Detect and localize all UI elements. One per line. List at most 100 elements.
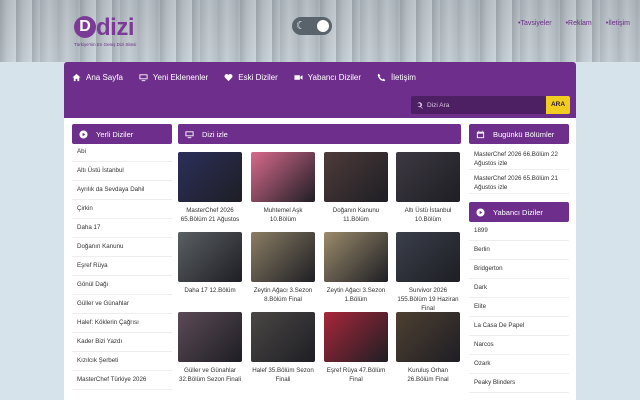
list-item[interactable]: Doğanın Kanunu: [72, 238, 172, 257]
episode-card[interactable]: Güller ve Günahlar 32.Bölüm Sezon Finali: [178, 312, 242, 384]
episode-thumbnail[interactable]: [396, 152, 460, 202]
list-item[interactable]: Dark: [469, 279, 569, 298]
nav-label: Ana Sayfa: [86, 72, 123, 82]
list-item[interactable]: Kızılcık Şerbeti: [72, 352, 172, 371]
episode-thumbnail[interactable]: [251, 232, 315, 282]
nav-item-yabanci-diziler[interactable]: Yabancı Diziler: [294, 73, 361, 82]
episode-card[interactable]: MasterChef 2026 65.Bölüm 21 Ağustos: [178, 152, 242, 224]
episode-title[interactable]: Muhtemel Aşk 10.Bölüm: [251, 206, 315, 224]
list-item[interactable]: Ayrılık da Sevdaya Dahil: [72, 181, 172, 200]
episode-thumbnail[interactable]: [251, 312, 315, 362]
list-item[interactable]: Berlin: [469, 241, 569, 260]
episode-thumbnail[interactable]: [324, 312, 388, 362]
right-panel-2-header: Yabancı Diziler: [469, 202, 569, 222]
list-item[interactable]: Güller ve Günahlar: [72, 295, 172, 314]
episode-title[interactable]: Altı Üstü İstanbul 10.Bölüm: [396, 206, 460, 224]
episode-thumbnail[interactable]: [178, 312, 242, 362]
foreign-series-list: 1899 Berlin Bridgerton Dark Elite La Cas…: [469, 222, 569, 393]
episode-card[interactable]: Halef 35.Bölüm Sezon Finali: [251, 312, 315, 384]
top-link-tavsiyeler[interactable]: Tavsiyeler: [518, 20, 551, 27]
episode-card[interactable]: Zeytin Ağacı 3.Sezon 8.Bölüm Final: [251, 232, 315, 304]
list-item[interactable]: MasterChef Türkiye 2026: [72, 371, 172, 390]
top-link-reklam[interactable]: Reklam: [566, 20, 592, 27]
dark-mode-toggle[interactable]: ☾: [292, 17, 332, 35]
left-panel-list: Abi Altı Üstü İstanbul Ayrılık da Sevday…: [72, 143, 172, 390]
episode-card[interactable]: Eşref Rüya 47.Bölüm Final: [324, 312, 388, 384]
search-icon: [417, 101, 423, 109]
list-item[interactable]: Halef: Köklerin Çağrısı: [72, 314, 172, 333]
play-circle-icon: [78, 129, 88, 139]
play-circle-icon: [475, 207, 485, 217]
logo-tagline: Türkiye'nin En Geniş Dizi Sitesi: [74, 42, 137, 47]
list-item[interactable]: Altı Üstü İstanbul: [72, 162, 172, 181]
nav-label: Yabancı Diziler: [307, 72, 362, 82]
list-item[interactable]: Bridgerton: [469, 260, 569, 279]
monitor-icon: [139, 73, 148, 81]
episode-card[interactable]: Kuruluş Orhan 26.Bölüm Final: [396, 312, 460, 384]
nav-item-ana-sayfa[interactable]: Ana Sayfa: [72, 73, 123, 82]
nav-label: Eski Diziler: [238, 72, 278, 82]
episode-title[interactable]: Doğanın Kanunu 11.Bölüm: [324, 206, 388, 224]
right-panel-1-header: Bugünkü Bölümler: [469, 124, 569, 144]
episode-card[interactable]: Survivor 2026 155.Bölüm 19 Haziran Final: [396, 232, 460, 313]
list-item[interactable]: Kader Bizi Yazdı: [72, 333, 172, 352]
episode-title[interactable]: Kuruluş Orhan 26.Bölüm Final: [396, 366, 460, 384]
episode-thumbnail[interactable]: [178, 232, 242, 282]
heart-icon: [224, 73, 233, 81]
episode-title[interactable]: Güller ve Günahlar 32.Bölüm Sezon Finali: [178, 366, 242, 384]
episode-title[interactable]: Eşref Rüya 47.Bölüm Final: [324, 366, 388, 384]
episode-title[interactable]: Zeytin Ağacı 3.Sezon 8.Bölüm Final: [251, 286, 315, 304]
episode-title[interactable]: Halef 35.Bölüm Sezon Finali: [251, 366, 315, 384]
center-panel-title: Dizi izle: [202, 129, 228, 139]
list-item[interactable]: Elite: [469, 298, 569, 317]
episode-thumbnail[interactable]: [251, 152, 315, 202]
search-input[interactable]: [427, 101, 537, 109]
monitor-icon: [184, 129, 194, 139]
nav-item-iletisim[interactable]: İletişim: [377, 73, 416, 82]
episode-title[interactable]: Zeytin Ağacı 3.Sezon 1.Bölüm: [324, 286, 388, 304]
list-item[interactable]: MasterChef 2026 65.Bölüm 21 Ağustos izle: [469, 170, 569, 194]
list-item[interactable]: Çirkin: [72, 200, 172, 219]
list-item[interactable]: Daha 17: [72, 219, 172, 238]
top-link-iletisim[interactable]: İletişim: [606, 20, 630, 27]
episode-thumbnail[interactable]: [324, 152, 388, 202]
list-item[interactable]: Narcos: [469, 336, 569, 355]
episode-card[interactable]: Doğanın Kanunu 11.Bölüm: [324, 152, 388, 224]
list-item[interactable]: Ozark: [469, 355, 569, 374]
episode-title[interactable]: Daha 17 12.Bölüm: [178, 286, 242, 295]
left-panel-title: Yerli Diziler: [96, 129, 134, 139]
list-item[interactable]: Abi: [72, 143, 172, 162]
home-icon: [72, 73, 81, 81]
search-button[interactable]: ARA: [546, 96, 570, 114]
list-item[interactable]: Eşref Rüya: [72, 257, 172, 276]
episode-card[interactable]: Muhtemel Aşk 10.Bölüm: [251, 152, 315, 224]
episode-card[interactable]: Altı Üstü İstanbul 10.Bölüm: [396, 152, 460, 224]
episode-thumbnail[interactable]: [324, 232, 388, 282]
logo-mark: D: [74, 16, 96, 38]
right-panel-1-title: Bugünkü Bölümler: [493, 129, 555, 139]
list-item[interactable]: 1899: [469, 222, 569, 241]
list-item[interactable]: Gönül Dağı: [72, 276, 172, 295]
right-panel-2-title: Yabancı Diziler: [493, 207, 543, 217]
nav-label: Yeni Eklenenler: [152, 72, 209, 82]
calendar-icon: [475, 129, 485, 139]
phone-icon: [377, 73, 386, 81]
episode-thumbnail[interactable]: [396, 232, 460, 282]
center-panel-header: Dizi izle: [178, 124, 461, 144]
episode-thumbnail[interactable]: [178, 152, 242, 202]
list-item[interactable]: La Casa De Papel: [469, 317, 569, 336]
episode-thumbnail[interactable]: [396, 312, 460, 362]
nav-item-yeni-eklenenler[interactable]: Yeni Eklenenler: [139, 73, 208, 82]
toggle-knob: [317, 20, 329, 32]
moon-icon: ☾: [296, 20, 306, 32]
episode-title[interactable]: Survivor 2026 155.Bölüm 19 Haziran Final: [396, 286, 460, 313]
todays-episodes-list: MasterChef 2026 66.Bölüm 22 Ağustos izle…: [469, 146, 569, 194]
list-item[interactable]: Peaky Blinders: [469, 374, 569, 393]
nav-item-eski-diziler[interactable]: Eski Diziler: [224, 73, 278, 82]
nav-label: İletişim: [391, 72, 416, 82]
episode-card[interactable]: Daha 17 12.Bölüm: [178, 232, 242, 295]
episode-card[interactable]: Zeytin Ağacı 3.Sezon 1.Bölüm: [324, 232, 388, 304]
episode-title[interactable]: MasterChef 2026 65.Bölüm 21 Ağustos: [178, 206, 242, 224]
list-item[interactable]: MasterChef 2026 66.Bölüm 22 Ağustos izle: [469, 146, 569, 170]
site-logo[interactable]: D dizi Türkiye'nin En Geniş Dizi Sitesi: [74, 14, 154, 50]
